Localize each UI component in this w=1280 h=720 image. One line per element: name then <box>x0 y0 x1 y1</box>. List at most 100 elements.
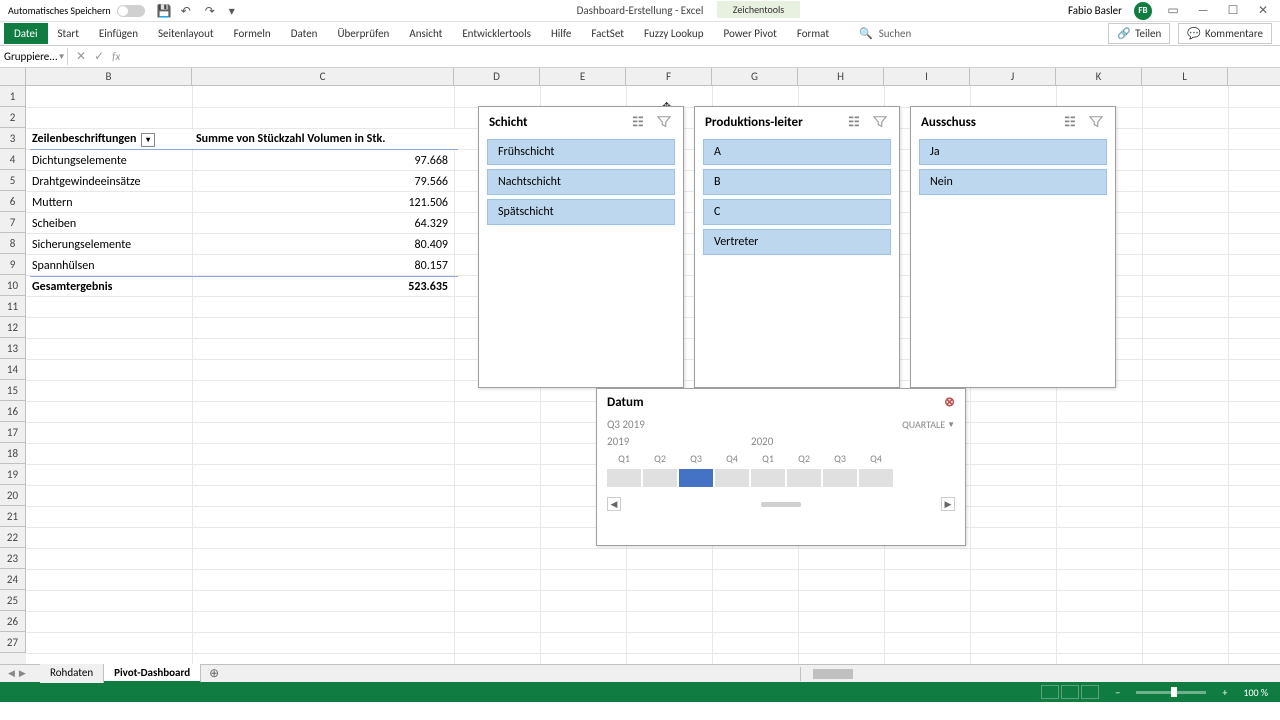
timeline-period[interactable] <box>715 469 749 487</box>
grid-area[interactable]: 1234567891011121314151617181920212223242… <box>0 86 1280 664</box>
cells[interactable]: Zeilenbeschriftungen ▾ Summe von Stückza… <box>26 86 1280 664</box>
ribbon-tab-fuzzy lookup[interactable]: Fuzzy Lookup <box>634 23 714 44</box>
customize-qat-icon[interactable]: ▾ <box>229 4 243 18</box>
clear-filter-icon[interactable] <box>871 113 889 131</box>
timeline-period[interactable] <box>859 469 893 487</box>
zoom-out-icon[interactable]: − <box>1115 686 1120 699</box>
fx-icon[interactable]: fx <box>112 50 120 63</box>
column-header[interactable]: E <box>540 68 626 85</box>
row-header[interactable]: 8 <box>0 233 26 254</box>
clear-filter-icon[interactable] <box>655 113 673 131</box>
column-header[interactable]: H <box>798 68 884 85</box>
timeline-period[interactable] <box>607 469 641 487</box>
timeline-scroll-thumb[interactable] <box>761 502 801 507</box>
ribbon-tab-formeln[interactable]: Formeln <box>224 23 281 44</box>
column-header[interactable]: F <box>626 68 712 85</box>
slicer-item[interactable]: B <box>703 169 891 195</box>
column-header[interactable]: J <box>970 68 1056 85</box>
zoom-in-icon[interactable]: + <box>1222 686 1227 699</box>
save-icon[interactable]: 💾 <box>157 4 171 18</box>
ribbon-tab-power pivot[interactable]: Power Pivot <box>713 23 786 44</box>
column-header[interactable]: D <box>454 68 540 85</box>
row-header[interactable]: 21 <box>0 506 26 527</box>
row-header[interactable]: 22 <box>0 527 26 548</box>
row-header[interactable]: 9 <box>0 254 26 275</box>
slicer-item[interactable]: Vertreter <box>703 229 891 255</box>
row-header[interactable]: 13 <box>0 338 26 359</box>
redo-icon[interactable]: ↷ <box>205 4 219 18</box>
timeline-period[interactable] <box>787 469 821 487</box>
filter-dropdown-icon[interactable]: ▾ <box>141 133 155 147</box>
undo-icon[interactable]: ↶ <box>181 4 195 18</box>
row-header[interactable]: 20 <box>0 485 26 506</box>
clear-filter-icon[interactable] <box>1087 113 1105 131</box>
ribbon-tab-format[interactable]: Format <box>787 23 839 44</box>
horizontal-scrollbar[interactable] <box>800 667 1280 681</box>
column-header[interactable]: C <box>192 68 454 85</box>
view-pagebreak-icon[interactable] <box>1081 685 1099 699</box>
row-header[interactable]: 23 <box>0 548 26 569</box>
row-header[interactable]: 1 <box>0 86 26 107</box>
row-header[interactable]: 15 <box>0 380 26 401</box>
row-header[interactable]: 6 <box>0 191 26 212</box>
row-header[interactable]: 5 <box>0 170 26 191</box>
column-header[interactable]: L <box>1142 68 1228 85</box>
column-header[interactable]: G <box>712 68 798 85</box>
slicer-produktionsleiter[interactable]: Produktions-leiter☷ABCVertreter <box>694 106 900 388</box>
timeline-level-dropdown[interactable]: QUARTALE▼ <box>902 418 955 431</box>
view-pagelayout-icon[interactable] <box>1061 685 1079 699</box>
slicer-schicht[interactable]: Schicht☷FrühschichtNachtschichtSpätschic… <box>478 106 684 388</box>
column-header[interactable]: I <box>884 68 970 85</box>
comments-button[interactable]: 💬Kommentare <box>1178 23 1272 44</box>
multiselect-icon[interactable]: ☷ <box>629 113 647 131</box>
cancel-formula-icon[interactable]: ✕ <box>76 49 86 64</box>
ribbon-tab-hilfe[interactable]: Hilfe <box>541 23 581 44</box>
search-box[interactable]: 🔍 Suchen <box>859 27 911 40</box>
row-header[interactable]: 25 <box>0 590 26 611</box>
timeline-period[interactable] <box>751 469 785 487</box>
row-header[interactable]: 12 <box>0 317 26 338</box>
sheet-tab[interactable]: Pivot-Dashboard <box>104 664 201 683</box>
view-normal-icon[interactable] <box>1041 685 1059 699</box>
row-header[interactable]: 14 <box>0 359 26 380</box>
slicer-item[interactable]: Spätschicht <box>487 199 675 225</box>
sheet-tab[interactable]: Rohdaten <box>40 664 104 683</box>
timeline-period[interactable] <box>823 469 857 487</box>
toggle-switch[interactable] <box>117 5 145 17</box>
slicer-ausschuss[interactable]: Ausschuss☷JaNein <box>910 106 1116 388</box>
ribbon-tab-seitenlayout[interactable]: Seitenlayout <box>148 23 224 44</box>
slicer-item[interactable]: Nein <box>919 169 1107 195</box>
row-header[interactable]: 10 <box>0 275 26 296</box>
sheet-nav-next-icon[interactable]: ▶ <box>19 668 26 679</box>
column-header[interactable]: B <box>26 68 192 85</box>
row-header[interactable]: 2 <box>0 107 26 128</box>
row-header[interactable]: 17 <box>0 422 26 443</box>
name-box[interactable]: Gruppiere...▼ <box>0 48 68 65</box>
row-header[interactable]: 18 <box>0 443 26 464</box>
sheet-nav-prev-icon[interactable]: ◀ <box>8 668 15 679</box>
ribbon-tab-überprüfen[interactable]: Überprüfen <box>327 23 399 44</box>
slicer-item[interactable]: Frühschicht <box>487 139 675 165</box>
timeline-next-icon[interactable]: ▶ <box>941 497 955 511</box>
enter-formula-icon[interactable]: ✓ <box>94 49 104 64</box>
ribbon-tab-factset[interactable]: FactSet <box>581 23 634 44</box>
clear-filter-icon[interactable]: ⊗ <box>944 395 955 410</box>
timeline-period[interactable] <box>679 469 713 487</box>
row-header[interactable]: 4 <box>0 149 26 170</box>
column-header[interactable]: K <box>1056 68 1142 85</box>
row-header[interactable]: 16 <box>0 401 26 422</box>
zoom-slider[interactable] <box>1136 691 1206 694</box>
row-header[interactable]: 19 <box>0 464 26 485</box>
row-header[interactable]: 11 <box>0 296 26 317</box>
multiselect-icon[interactable]: ☷ <box>845 113 863 131</box>
avatar[interactable]: FB <box>1134 2 1152 20</box>
ribbon-tab-einfügen[interactable]: Einfügen <box>89 23 148 44</box>
autosave-toggle[interactable]: Automatisches Speichern <box>8 4 145 17</box>
minimize-icon[interactable]: — <box>1194 2 1212 20</box>
close-icon[interactable]: ✕ <box>1254 2 1272 20</box>
slicer-item[interactable]: Ja <box>919 139 1107 165</box>
timeline-period[interactable] <box>643 469 677 487</box>
slicer-item[interactable]: C <box>703 199 891 225</box>
ribbon-tab-ansicht[interactable]: Ansicht <box>399 23 452 44</box>
ribbon-options-icon[interactable]: ▭ <box>1164 2 1182 20</box>
